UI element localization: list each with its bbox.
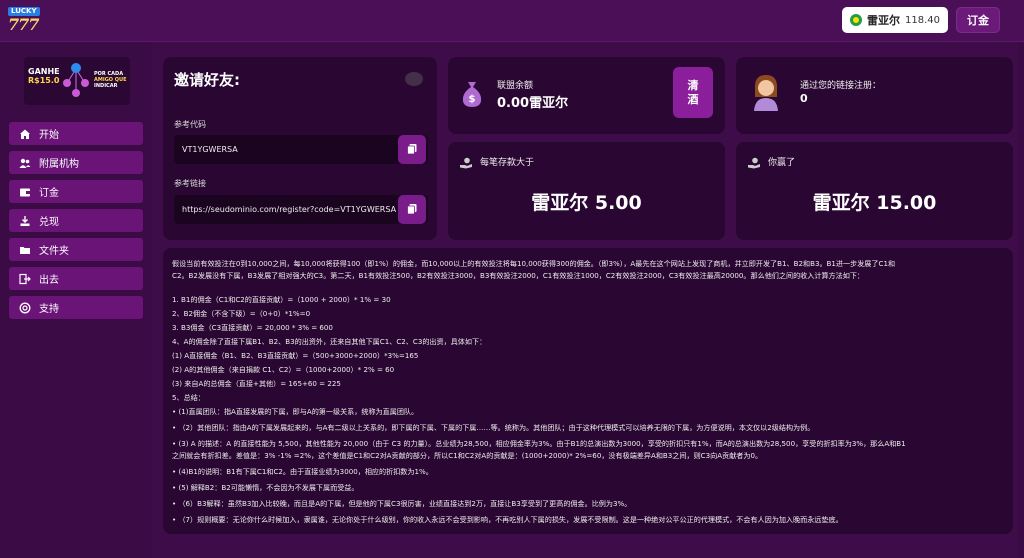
site-logo[interactable]: LUCKY 777 bbox=[8, 6, 52, 34]
rules-line-5: (1) A直接佣金（B1、B2、B3直接贡献）=（500+3000+2000）*… bbox=[172, 351, 419, 360]
copy-icon bbox=[406, 200, 418, 219]
sidebar-item-label: 文件夹 bbox=[39, 246, 69, 257]
hand-coin-icon bbox=[459, 154, 473, 173]
copy-link-button[interactable] bbox=[398, 195, 426, 224]
sidebar-item-start[interactable]: 开始 bbox=[9, 122, 143, 145]
rules-summary-2: • （2）其他团队：指由A的下属发展起来的，与A有二级以上关系的，即下属的下属、… bbox=[172, 423, 815, 432]
sidebar: GANHE R$15.0 POR CADA AMIGO QUE INDICAR bbox=[0, 42, 152, 558]
deposit-value: 雷亚尔 5.00 bbox=[531, 192, 642, 214]
sidebar-item-label: 出去 bbox=[39, 275, 59, 286]
main-content: 邀请好友: 参考代码 VT1YGWERSA 参考链接 https://seudo… bbox=[152, 42, 1024, 558]
logout-icon bbox=[19, 273, 31, 285]
balance-currency: 雷亚尔 bbox=[867, 14, 900, 27]
sidebar-item-label: 附属机构 bbox=[39, 159, 79, 170]
referral-banner[interactable]: GANHE R$15.0 POR CADA AMIGO QUE INDICAR bbox=[24, 57, 130, 105]
copy-icon bbox=[406, 140, 418, 159]
folder-icon bbox=[19, 244, 31, 256]
withdraw-icon bbox=[19, 215, 31, 227]
referral-code-field[interactable]: VT1YGWERSA bbox=[174, 135, 428, 164]
sidebar-item-logout[interactable]: 出去 bbox=[9, 267, 143, 290]
referral-code-label: 参考代码 bbox=[174, 120, 206, 129]
sidebar-item-label: 支持 bbox=[39, 304, 59, 315]
deposit-reward-card: 每笔存款大于 雷亚尔 5.00 bbox=[448, 142, 725, 240]
rules-line-8: 5、总结： bbox=[172, 393, 205, 402]
svg-text:$: $ bbox=[469, 94, 476, 105]
won-title: 你赢了 bbox=[768, 158, 796, 168]
balance-value: 118.40 bbox=[905, 14, 940, 26]
hand-coin-icon bbox=[747, 154, 761, 173]
affiliate-balance-value: 0.00雷亚尔 bbox=[497, 96, 569, 111]
sidebar-item-support[interactable]: 支持 bbox=[9, 296, 143, 319]
won-value: 雷亚尔 15.00 bbox=[812, 192, 937, 214]
sidebar-item-label: 开始 bbox=[39, 130, 59, 141]
users-icon bbox=[19, 157, 31, 169]
referral-link-label: 参考链接 bbox=[174, 179, 206, 188]
rules-summary-3b: 之间就会有折扣差。差值是：3% -1% =2%，这个差值是C1和C2对A贡献的部… bbox=[172, 451, 763, 460]
referral-link-field[interactable]: https://seudominio.com/register?code=VT1… bbox=[174, 195, 428, 224]
wallet-icon bbox=[19, 186, 31, 198]
invite-title: 邀请好友: bbox=[174, 71, 240, 89]
rules-summary-6: • （6）B3解释：虽然B3加入比较晚，而且是A的下属，但是他的下属C3很厉害，… bbox=[172, 499, 632, 508]
cloud-icon bbox=[405, 72, 423, 86]
logo-main-text: 777 bbox=[8, 14, 39, 34]
referrals-title: 通过您的链接注册： bbox=[800, 81, 882, 91]
sidebar-item-folder[interactable]: 文件夹 bbox=[9, 238, 143, 261]
rules-line-3: 3. B3佣金（C3直接贡献）= 20,000 * 3% = 600 bbox=[172, 323, 333, 332]
balance-display[interactable]: 雷亚尔 118.40 bbox=[842, 7, 948, 33]
home-icon bbox=[19, 128, 31, 140]
network-icon bbox=[62, 61, 90, 101]
rules-summary-5: • (5) 解释B2：B2可能懒惰，不会因为不发展下属而受益。 bbox=[172, 483, 359, 492]
support-icon bbox=[19, 302, 31, 314]
rules-line-2: 2、B2佣金（不含下级）=（0+0）*1%=0 bbox=[172, 309, 311, 318]
clear-balance-button[interactable]: 清 酒 bbox=[673, 67, 713, 118]
rules-summary-1: • (1)直属团队：指A直接发展的下属，即与A的第一级关系，统称为直属团队。 bbox=[172, 407, 419, 416]
deposit-title: 每笔存款大于 bbox=[480, 158, 535, 168]
banner-left-text: GANHE R$15.0 bbox=[28, 67, 60, 85]
sidebar-item-label: 订金 bbox=[39, 188, 59, 199]
banner-right-text: POR CADA AMIGO QUE INDICAR bbox=[94, 71, 127, 89]
referrals-card: 通过您的链接注册： 0 bbox=[736, 57, 1013, 134]
deposit-button[interactable]: 订金 bbox=[956, 7, 1000, 33]
rules-paragraph-2: C2。B2发展没有下属，B3发展了相对强大的C3。第二天，B1有效投注500，B… bbox=[172, 271, 865, 280]
rules-line-1: 1. B1的佣金（C1和C2的直接贡献）=（1000 + 2000）* 1% =… bbox=[172, 295, 391, 304]
rules-line-7: (3) 来自A的总佣金（直接+其他）= 165+60 = 225 bbox=[172, 379, 341, 388]
clear-line-2: 酒 bbox=[687, 92, 699, 106]
sidebar-item-label: 兑现 bbox=[39, 217, 59, 228]
rules-line-4: 4、A的佣金除了直接下属B1、B2、B3的出资外，还来自其他下属C1、C2、C3… bbox=[172, 337, 487, 346]
sidebar-item-deposit[interactable]: 订金 bbox=[9, 180, 143, 203]
referrals-value: 0 bbox=[800, 92, 808, 105]
rules-line-6: (2) A的其他佣金（来自捐款 C1、C2）=（1000+2000）* 2% =… bbox=[172, 365, 395, 374]
banner-indicar: INDICAR bbox=[94, 83, 118, 89]
rules-summary-3a: • (3) A 的描述：A 的直接性能为 5,500，其他性能为 20,000（… bbox=[172, 439, 906, 448]
money-bag-icon: $ bbox=[460, 79, 484, 109]
scrollbar-track[interactable] bbox=[1018, 42, 1024, 558]
affiliate-balance-card: $ 联盟余额 0.00雷亚尔 清 酒 bbox=[448, 57, 725, 134]
invite-card: 邀请好友: 参考代码 VT1YGWERSA 参考链接 https://seudo… bbox=[163, 57, 437, 240]
banner-ganhe: GANHE bbox=[28, 67, 60, 76]
earned-reward-card: 你赢了 雷亚尔 15.00 bbox=[736, 142, 1013, 240]
rules-summary-7: • （7）规则概要：无论你什么时候加入，隶属谁，无论你处于什么级别，你的收入永远… bbox=[172, 515, 843, 524]
rules-summary-4: • (4)B1的说明：B1有下属C1和C2。由于直接业绩为3000，相应的折扣数… bbox=[172, 467, 433, 476]
sidebar-item-withdraw[interactable]: 兑现 bbox=[9, 209, 143, 232]
affiliate-balance-title: 联盟余额 bbox=[497, 81, 534, 91]
sidebar-nav: 开始 附属机构 订金 兑现 文件夹 出去 支持 bbox=[9, 122, 143, 325]
banner-amount: R$15.0 bbox=[28, 76, 60, 85]
brazil-flag-icon bbox=[850, 14, 862, 26]
rules-paragraph-1: 假设当前有效投注在0到10,000之间，每10,000将获得100（即1%）的佣… bbox=[172, 259, 896, 268]
top-bar: LUCKY 777 雷亚尔 118.40 订金 bbox=[0, 0, 1024, 42]
sidebar-item-affiliates[interactable]: 附属机构 bbox=[9, 151, 143, 174]
avatar-icon bbox=[751, 71, 781, 111]
clear-line-1: 清 bbox=[687, 78, 699, 92]
commission-rules-card: 假设当前有效投注在0到10,000之间，每10,000将获得100（即1%）的佣… bbox=[163, 248, 1013, 534]
copy-code-button[interactable] bbox=[398, 135, 426, 164]
